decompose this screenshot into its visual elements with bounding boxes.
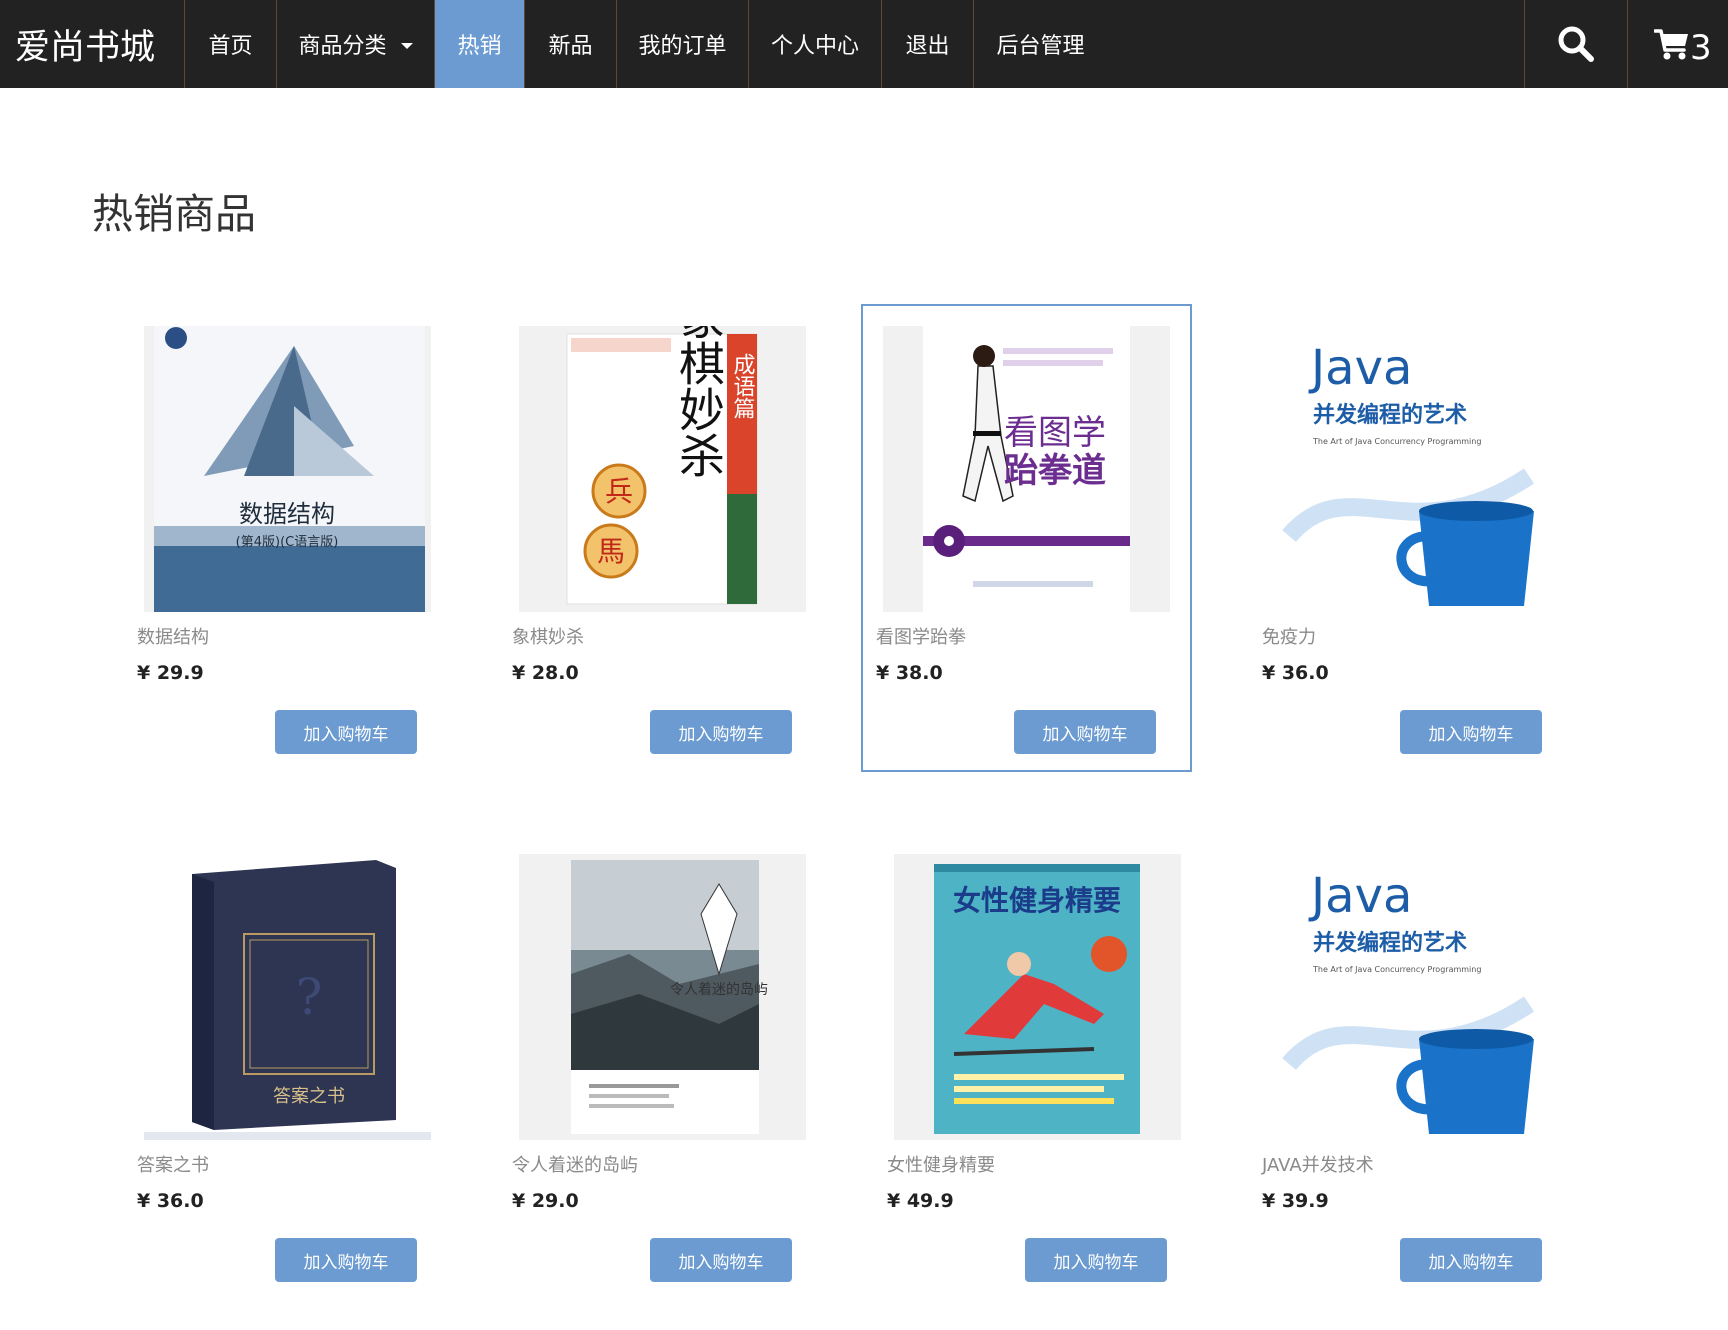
product-name[interactable]: 象棋妙杀: [512, 623, 584, 649]
product-cover-image[interactable]: 数据结构 (第4版)(C语言版): [144, 326, 431, 612]
nav-new[interactable]: 新品: [525, 0, 617, 88]
cover-tagline: The Art of Java Concurrency Programming: [1312, 965, 1481, 974]
product-card[interactable]: 象棋妙杀 兵 馬 成语篇 象棋妙杀 ¥ 28.0 加入购物车: [498, 305, 828, 772]
add-to-cart-button[interactable]: 加入购物车: [275, 710, 417, 754]
product-price: ¥ 29.9: [137, 662, 204, 684]
nav-hot[interactable]: 热销: [435, 0, 525, 88]
caret-down-icon: [400, 42, 413, 49]
cart-count-badge: 3: [1690, 28, 1712, 68]
search-button[interactable]: [1524, 0, 1628, 88]
search-icon: [1558, 26, 1594, 62]
cover-title: 看图学: [1004, 413, 1106, 453]
product-cover-image[interactable]: 女性健身精要: [894, 854, 1181, 1140]
product-cover-image[interactable]: Java 并发编程的艺术 The Art of Java Concurrency…: [1269, 854, 1556, 1140]
product-price: ¥ 36.0: [137, 1190, 204, 1212]
nav-profile[interactable]: 个人中心: [749, 0, 882, 88]
product-name[interactable]: 女性健身精要: [887, 1151, 995, 1177]
nav-home[interactable]: 首页: [185, 0, 277, 88]
product-price: ¥ 28.0: [512, 662, 579, 684]
product-name[interactable]: JAVA并发技术: [1262, 1151, 1374, 1177]
add-to-cart-button[interactable]: 加入购物车: [1400, 1238, 1542, 1282]
cart-button[interactable]: 3: [1628, 0, 1728, 88]
navbar: 爱尚书城 首页 商品分类 热销 新品 我的订单 个人中心 退出 后台管理 3: [0, 0, 1728, 88]
product-card[interactable]: 数据结构 (第4版)(C语言版) 数据结构 ¥ 29.9 加入购物车: [123, 305, 453, 772]
product-price: ¥ 29.0: [512, 1190, 579, 1212]
nav-categories-label: 商品分类: [298, 34, 387, 59]
cover-title: 女性健身精要: [953, 884, 1121, 917]
page-title: 热销商品: [92, 190, 256, 238]
product-cover-image[interactable]: Java 并发编程的艺术 The Art of Java Concurrency…: [1269, 326, 1556, 612]
product-price: ¥ 38.0: [876, 662, 943, 684]
product-price: ¥ 36.0: [1262, 662, 1329, 684]
cover-subtitle: 并发编程的艺术: [1313, 402, 1467, 428]
add-to-cart-button[interactable]: 加入购物车: [650, 710, 792, 754]
cover-title: 象棋妙杀: [672, 326, 726, 478]
cover-chip: 馬: [597, 535, 625, 568]
product-name[interactable]: 答案之书: [137, 1151, 209, 1177]
add-to-cart-button[interactable]: 加入购物车: [1014, 710, 1156, 754]
cover-title: Java: [1308, 868, 1412, 924]
cover-title: 令人着迷的岛屿: [670, 982, 768, 998]
add-to-cart-button[interactable]: 加入购物车: [1025, 1238, 1167, 1282]
nav-my-orders[interactable]: 我的订单: [617, 0, 749, 88]
product-price: ¥ 39.9: [1262, 1190, 1329, 1212]
add-to-cart-button[interactable]: 加入购物车: [650, 1238, 792, 1282]
product-card[interactable]: Java 并发编程的艺术 The Art of Java Concurrency…: [1248, 833, 1578, 1300]
product-cover-image[interactable]: 令人着迷的岛屿: [519, 854, 806, 1140]
product-card[interactable]: 看图学 跆拳道 看图学跆拳 ¥ 38.0 加入购物车: [861, 304, 1192, 772]
product-cover-image[interactable]: 象棋妙杀 兵 馬 成语篇: [519, 326, 806, 612]
nav-categories-dropdown[interactable]: 商品分类: [277, 0, 435, 88]
product-cover-image[interactable]: 看图学 跆拳道: [883, 326, 1170, 612]
product-name[interactable]: 看图学跆拳: [876, 623, 966, 649]
cover-title: 答案之书: [273, 1086, 345, 1107]
cover-subtitle: 成语篇: [730, 353, 756, 419]
product-cover-image[interactable]: ? 答案之书: [144, 854, 431, 1140]
cover-tagline: The Art of Java Concurrency Programming: [1312, 437, 1481, 446]
product-name[interactable]: 免疫力: [1262, 623, 1316, 649]
cover-title: 数据结构: [239, 500, 335, 528]
product-card[interactable]: Java 并发编程的艺术 The Art of Java Concurrency…: [1248, 305, 1578, 772]
cover-subtitle: 跆拳道: [1004, 451, 1106, 491]
cover-subtitle: 并发编程的艺术: [1313, 930, 1467, 956]
cover-subtitle: (第4版)(C语言版): [236, 535, 339, 550]
add-to-cart-button[interactable]: 加入购物车: [1400, 710, 1542, 754]
product-name[interactable]: 令人着迷的岛屿: [512, 1151, 638, 1177]
shopping-cart-icon: [1654, 29, 1688, 60]
product-card[interactable]: 令人着迷的岛屿 令人着迷的岛屿 ¥ 29.0 加入购物车: [498, 833, 828, 1300]
add-to-cart-button[interactable]: 加入购物车: [275, 1238, 417, 1282]
cover-title: Java: [1308, 340, 1412, 396]
product-price: ¥ 49.9: [887, 1190, 954, 1212]
product-name[interactable]: 数据结构: [137, 623, 209, 649]
svg-text:?: ?: [296, 968, 323, 1026]
brand-logo[interactable]: 爱尚书城: [0, 0, 185, 88]
nav-admin[interactable]: 后台管理: [974, 0, 1107, 88]
product-card[interactable]: ? 答案之书 答案之书 ¥ 36.0 加入购物车: [123, 833, 453, 1300]
cover-chip: 兵: [605, 475, 633, 508]
product-card[interactable]: 女性健身精要 女性健身精要 ¥ 49.9 加入购物车: [873, 833, 1203, 1300]
nav-logout[interactable]: 退出: [882, 0, 974, 88]
